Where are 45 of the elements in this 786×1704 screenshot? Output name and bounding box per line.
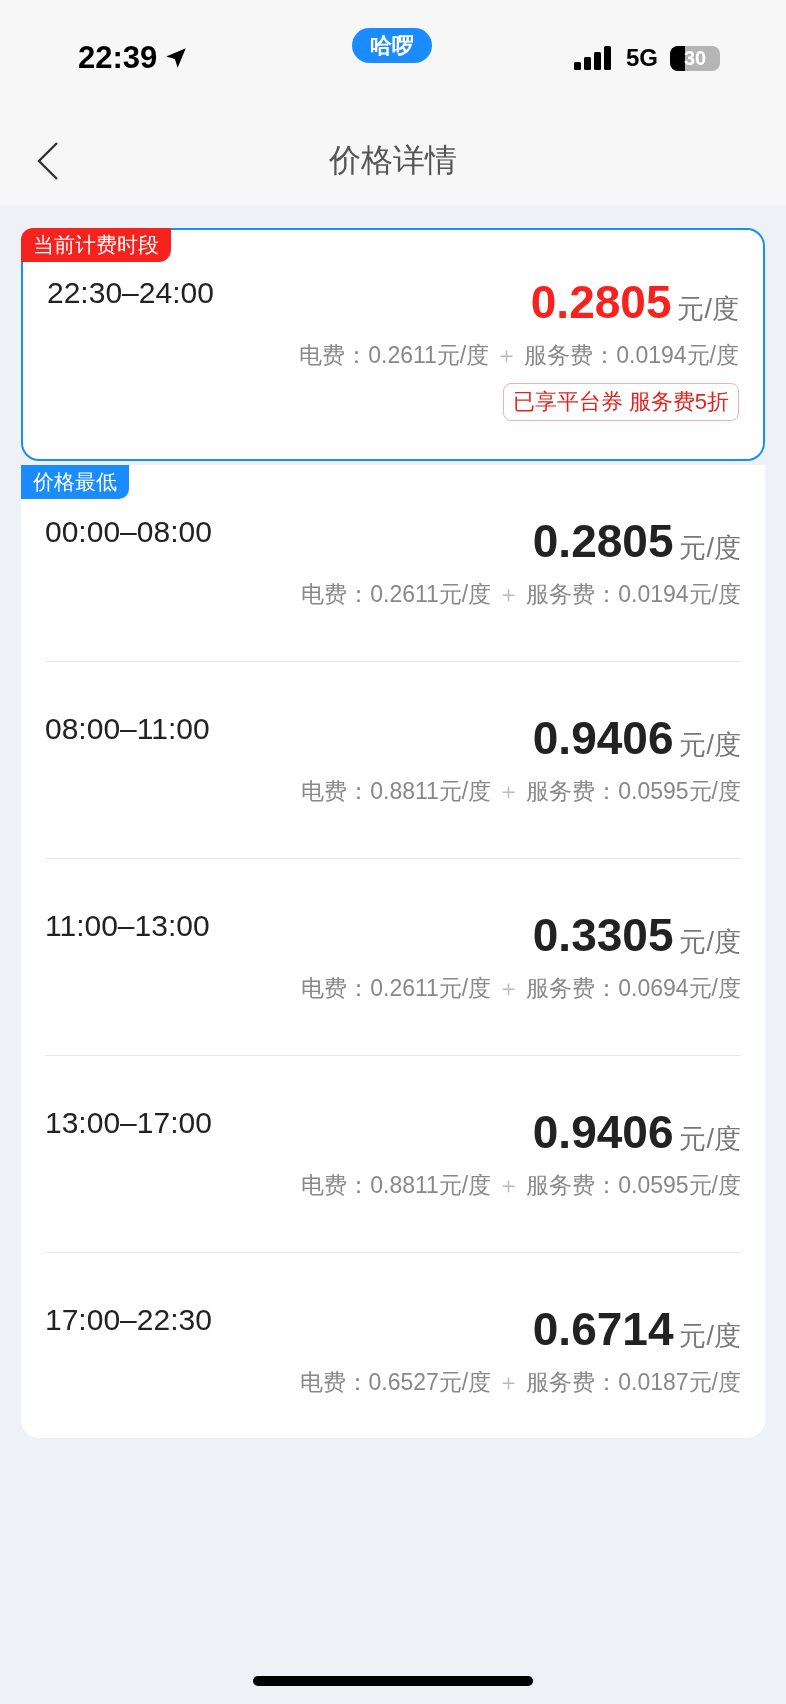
- electricity-fee: 电费：0.2611元/度: [301, 974, 492, 1003]
- time-range: 22:30–24:00: [47, 276, 214, 310]
- price-unit: 元/度: [679, 926, 741, 959]
- electricity-fee: 电费：0.8811元/度: [301, 1171, 492, 1200]
- service-fee: 服务费：0.0187元/度: [526, 1368, 741, 1397]
- electricity-fee: 电费：0.2611元/度: [299, 341, 490, 370]
- time-range: 00:00–08:00: [45, 515, 212, 549]
- time-range: 17:00–22:30: [45, 1303, 212, 1337]
- price-unit: 元/度: [679, 532, 741, 565]
- period-badge: 价格最低: [21, 465, 129, 499]
- time-range: 13:00–17:00: [45, 1106, 212, 1140]
- plus-sign: ＋: [497, 974, 521, 1003]
- price-value: 0.9406: [532, 1105, 674, 1159]
- plus-sign: ＋: [497, 1368, 521, 1397]
- service-fee: 服务费：0.0694元/度: [526, 974, 741, 1003]
- electricity-fee: 电费：0.6527元/度: [299, 1368, 492, 1397]
- time-range: 11:00–13:00: [45, 909, 210, 943]
- plus-sign: ＋: [497, 580, 521, 609]
- time-range: 08:00–11:00: [45, 712, 210, 746]
- electricity-fee: 电费：0.8811元/度: [301, 777, 492, 806]
- service-fee: 服务费：0.0194元/度: [526, 580, 741, 609]
- back-icon[interactable]: [36, 141, 60, 181]
- service-fee: 服务费：0.0194元/度: [524, 341, 739, 370]
- plus-sign: ＋: [497, 777, 521, 806]
- period-badge: 当前计费时段: [21, 228, 171, 262]
- price-unit: 元/度: [677, 293, 739, 326]
- price-unit: 元/度: [679, 729, 741, 762]
- app-pill[interactable]: 哈啰: [352, 28, 432, 63]
- page-title: 价格详情: [329, 141, 457, 180]
- price-value: 0.2805: [532, 514, 674, 568]
- electricity-fee: 电费：0.2611元/度: [301, 580, 492, 609]
- price-value: 0.2805: [530, 275, 672, 329]
- network-label: 5G: [626, 44, 658, 72]
- price-unit: 元/度: [679, 1320, 741, 1353]
- price-value: 0.9406: [532, 711, 674, 765]
- plus-sign: ＋: [497, 1171, 521, 1200]
- service-fee: 服务费：0.0595元/度: [526, 1171, 741, 1200]
- price-value: 0.6714: [532, 1302, 674, 1356]
- price-value: 0.3305: [532, 908, 674, 962]
- price-unit: 元/度: [679, 1123, 741, 1156]
- coupon-tag: 已享平台券 服务费5折: [502, 383, 739, 421]
- service-fee: 服务费：0.0595元/度: [526, 777, 741, 806]
- plus-sign: ＋: [495, 341, 519, 370]
- signal-icon: [574, 46, 614, 70]
- clock-time: 22:39: [78, 40, 158, 76]
